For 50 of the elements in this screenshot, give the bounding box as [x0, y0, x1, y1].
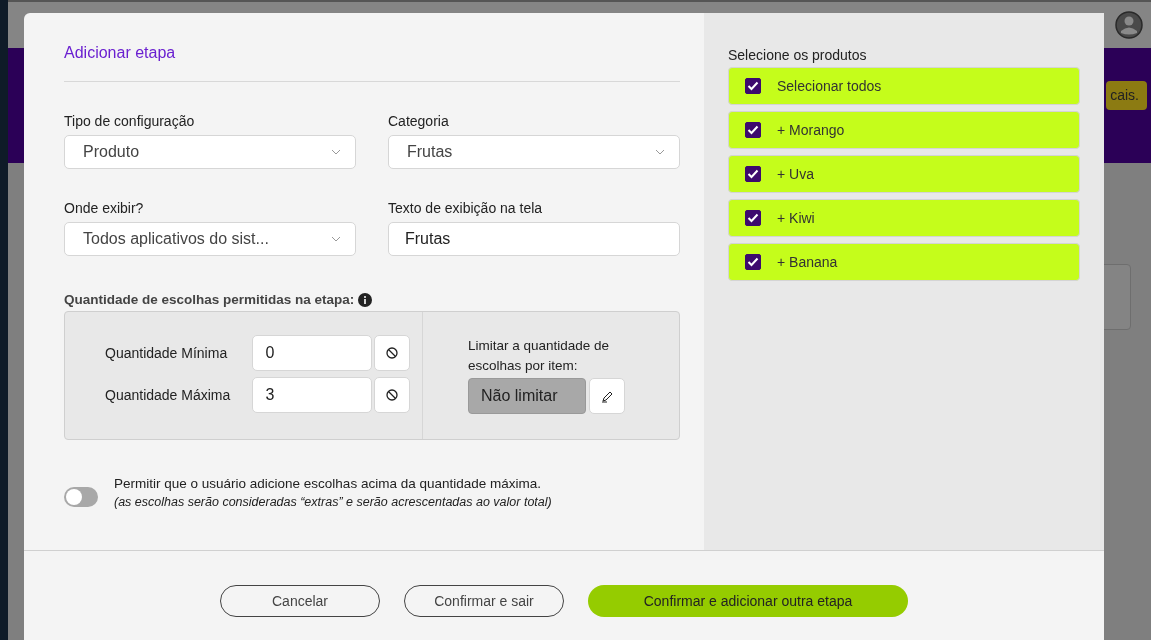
user-avatar-icon[interactable]: [1115, 11, 1143, 39]
product-item[interactable]: Selecionar todos: [728, 67, 1080, 105]
checkbox[interactable]: [745, 122, 761, 138]
info-icon[interactable]: [358, 292, 373, 307]
product-label: Selecionar todos: [777, 78, 882, 94]
product-label: + Kiwi: [777, 210, 815, 226]
product-item[interactable]: + Uva: [728, 155, 1080, 193]
dialog-title: Adicionar etapa: [64, 43, 177, 63]
product-item[interactable]: + Banana: [728, 243, 1080, 281]
product-label: + Uva: [777, 166, 814, 182]
clear-button[interactable]: [374, 335, 410, 371]
block-icon: [386, 389, 399, 401]
select-field[interactable]: Produto: [64, 135, 356, 169]
quantity-field[interactable]: 0: [252, 335, 373, 371]
product-item[interactable]: + Morango: [728, 111, 1080, 149]
quantity-label: Quantidade Mínima: [105, 345, 229, 361]
quantity-label: Quantidade Máxima: [105, 387, 232, 403]
products-title: Selecione os produtos: [728, 47, 868, 63]
pencil-icon: [600, 389, 614, 403]
toggle-label: Permitir que o usuário adicione escolhas acima da quantidade máxima.: [114, 476, 542, 491]
select-field[interactable]: Frutas: [388, 135, 680, 169]
product-label: + Banana: [777, 254, 838, 270]
chevron-down-icon: [331, 236, 341, 242]
dialog-button[interactable]: Confirmar e adicionar outra etapa: [588, 585, 908, 617]
field-label: Categoria: [388, 112, 450, 130]
checkbox[interactable]: [745, 78, 761, 94]
text-field[interactable]: Frutas: [388, 222, 680, 256]
edit-button[interactable]: [589, 378, 625, 414]
checkbox[interactable]: [745, 166, 761, 182]
chevron-down-icon: [331, 149, 341, 155]
checkbox[interactable]: [745, 254, 761, 270]
dialog-button[interactable]: Cancelar: [220, 585, 380, 617]
field-label: Onde exibir?: [64, 199, 145, 217]
notice-button[interactable]: cais.: [1106, 81, 1147, 110]
chevron-down-icon: [655, 149, 665, 155]
toggle-note: (as escolhas serão consideradas “extras” e serão acrescentadas ao valor total): [114, 495, 552, 509]
field-label: Texto de exibição na tela: [388, 199, 544, 217]
product-label: + Morango: [777, 122, 845, 138]
field-label: Tipo de configuração: [64, 112, 196, 130]
section-label: Quantidade de escolhas permitidas na etapa:: [64, 292, 355, 307]
clear-button[interactable]: [374, 377, 410, 413]
select-field[interactable]: Todos aplicativos do sist...: [64, 222, 356, 256]
product-item[interactable]: + Kiwi: [728, 199, 1080, 237]
limit-field[interactable]: Não limitar: [468, 378, 586, 414]
dialog-button[interactable]: Confirmar e sair: [404, 585, 564, 617]
limit-label: Limitar a quantidade de escolhas por item:: [468, 337, 611, 375]
toggle-switch[interactable]: [64, 487, 98, 507]
block-icon: [386, 347, 399, 359]
checkbox[interactable]: [745, 210, 761, 226]
quantity-field[interactable]: 3: [252, 377, 373, 413]
